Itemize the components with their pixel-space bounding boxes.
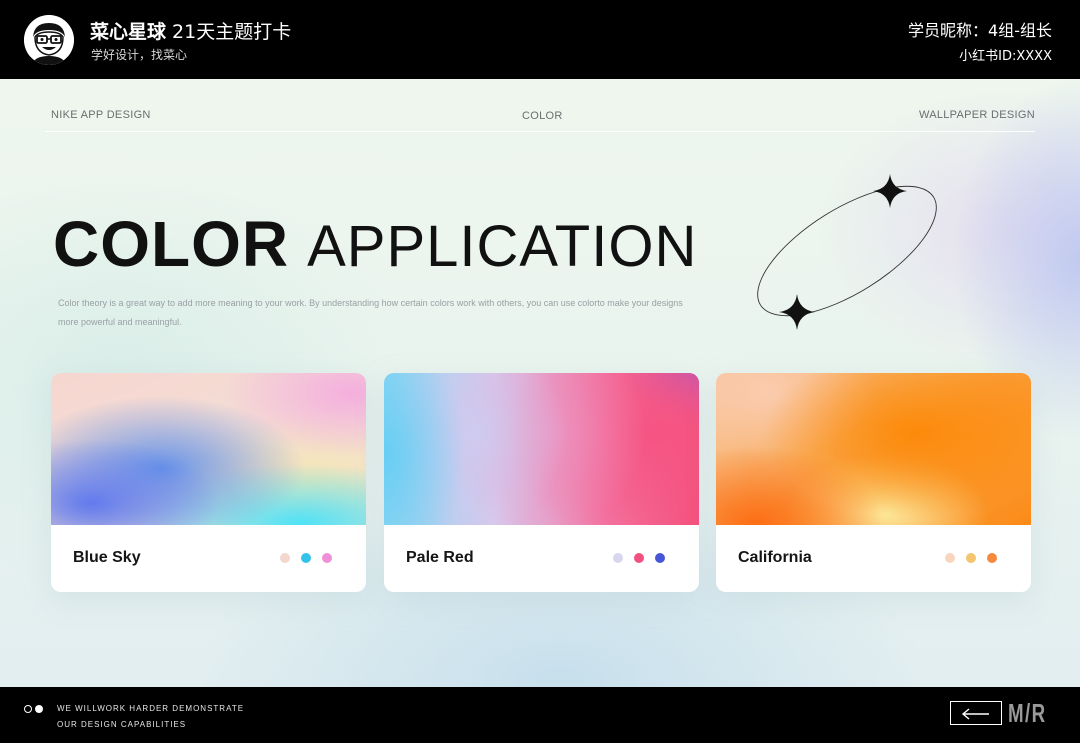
- pager-dot-inactive[interactable]: [24, 705, 32, 713]
- student-id: 小红书ID:XXXX: [959, 49, 1052, 64]
- card-label: Pale Red: [406, 549, 474, 566]
- color-dot[interactable]: [613, 553, 623, 563]
- color-dot[interactable]: [945, 553, 955, 563]
- gradient-swatch: [716, 373, 1031, 525]
- brand-line: 菜心星球 21天主题打卡: [90, 17, 291, 44]
- left-arrow-icon: [961, 708, 989, 720]
- top-nav: NIKE APP DESIGN COLOR WALLPAPER DESIGN: [0, 109, 1080, 129]
- color-dot[interactable]: [280, 553, 290, 563]
- color-dot[interactable]: [322, 553, 332, 563]
- color-dots: [613, 553, 675, 563]
- sparkle-icon: [779, 294, 815, 330]
- brand-name: 菜心星球: [90, 21, 167, 43]
- orbit-decoration: [757, 174, 937, 330]
- mr-logo: M/R: [1008, 698, 1047, 728]
- card-label: Blue Sky: [73, 549, 141, 566]
- footer-tagline-1: WE WILLWORK HARDER DEMONSTRATE: [57, 704, 245, 713]
- hero-title: COLOR APPLICATION: [53, 207, 697, 287]
- color-card-california[interactable]: California: [716, 373, 1031, 592]
- hero-description: Color theory is a great way to add more …: [58, 298, 683, 327]
- nav-item-wallpaper-design[interactable]: WALLPAPER DESIGN: [919, 109, 1035, 121]
- gradient-swatch: [51, 373, 366, 525]
- main-canvas: NIKE APP DESIGN COLOR WALLPAPER DESIGN C…: [0, 79, 1080, 687]
- header-title: 21天主题打卡: [172, 21, 292, 43]
- footer-tagline-2: OUR DESIGN CAPABILITIES: [57, 720, 187, 729]
- color-card-blue-sky[interactable]: Blue Sky: [51, 373, 366, 592]
- nav-divider: [45, 131, 1035, 132]
- back-button[interactable]: [950, 701, 1002, 725]
- avatar-icon[interactable]: [24, 15, 74, 65]
- pager-dot-active[interactable]: [35, 705, 43, 713]
- gradient-swatch: [384, 373, 699, 525]
- footer-bar: WE WILLWORK HARDER DEMONSTRATE OUR DESIG…: [0, 687, 1080, 743]
- color-dot[interactable]: [966, 553, 976, 563]
- color-dot[interactable]: [634, 553, 644, 563]
- card-label: California: [738, 549, 812, 566]
- color-dot[interactable]: [301, 553, 311, 563]
- header-subtitle: 学好设计，找菜心: [91, 48, 188, 62]
- color-dots: [945, 553, 1007, 563]
- nav-item-color[interactable]: COLOR: [522, 110, 563, 122]
- hero-title-light: APPLICATION: [307, 214, 698, 279]
- color-card-pale-red[interactable]: Pale Red: [384, 373, 699, 592]
- color-dot[interactable]: [655, 553, 665, 563]
- sparkle-icon: [873, 174, 907, 208]
- color-dot[interactable]: [987, 553, 997, 563]
- nav-item-nike-app-design[interactable]: NIKE APP DESIGN: [51, 109, 151, 121]
- color-dots: [280, 553, 342, 563]
- student-nickname: 学员昵称：4组-组长: [908, 21, 1052, 40]
- hero-title-bold: COLOR: [53, 208, 290, 280]
- top-header: 菜心星球 21天主题打卡 学好设计，找菜心 学员昵称：4组-组长 小红书ID:XX…: [0, 0, 1080, 79]
